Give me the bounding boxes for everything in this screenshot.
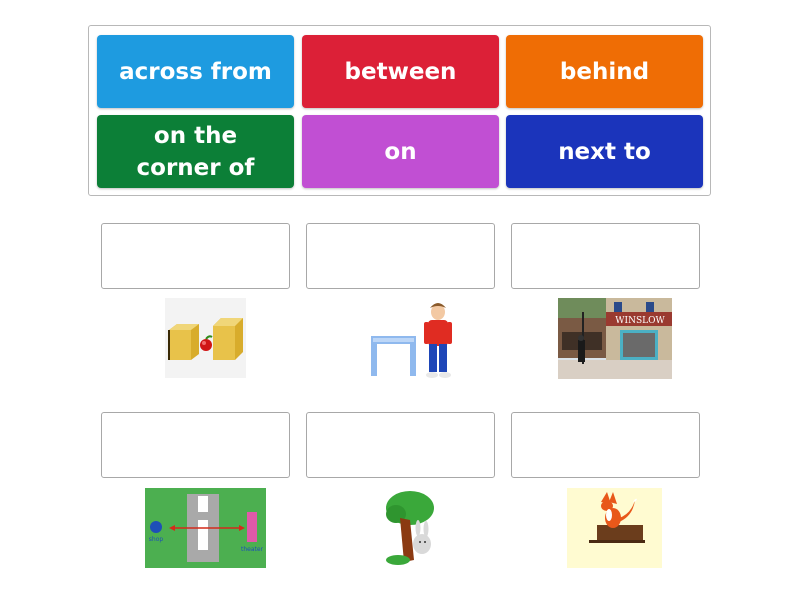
winslow-sign-text: WINSLOW [615,316,665,326]
tile-label: across from [119,58,272,85]
tile-between[interactable]: between [302,35,499,108]
theater-label: theater [241,546,264,553]
tile-next-to[interactable]: next to [506,115,703,188]
drop-slot-3[interactable] [511,223,700,289]
tile-behind[interactable]: behind [506,35,703,108]
image-rabbit-behind-tree [384,488,438,568]
tile-across-from[interactable]: across from [97,35,294,108]
drop-slot-1[interactable] [101,223,290,289]
word-bank: across from between behind on the corner… [88,25,711,196]
tile-label: next to [558,138,651,165]
image-fox-on-stump [567,488,662,568]
tile-on[interactable]: on [302,115,499,188]
drop-slot-4[interactable] [101,412,290,478]
tile-on-the-corner-of[interactable]: on the corner of [97,115,294,188]
tile-label: behind [559,58,650,85]
image-boy-next-to-table [368,298,456,380]
shop-label: shop [149,536,164,543]
tile-label: on [384,138,417,165]
drop-slot-2[interactable] [306,223,495,289]
tile-label: between [344,58,457,85]
image-apple-between-boxes [165,298,246,378]
image-shop-across-from-theater: shop theater [145,488,266,568]
tile-label: on the corner of [136,122,255,181]
image-man-on-corner-winslow: WINSLOW [558,298,672,379]
drop-slot-5[interactable] [306,412,495,478]
drop-slot-6[interactable] [511,412,700,478]
